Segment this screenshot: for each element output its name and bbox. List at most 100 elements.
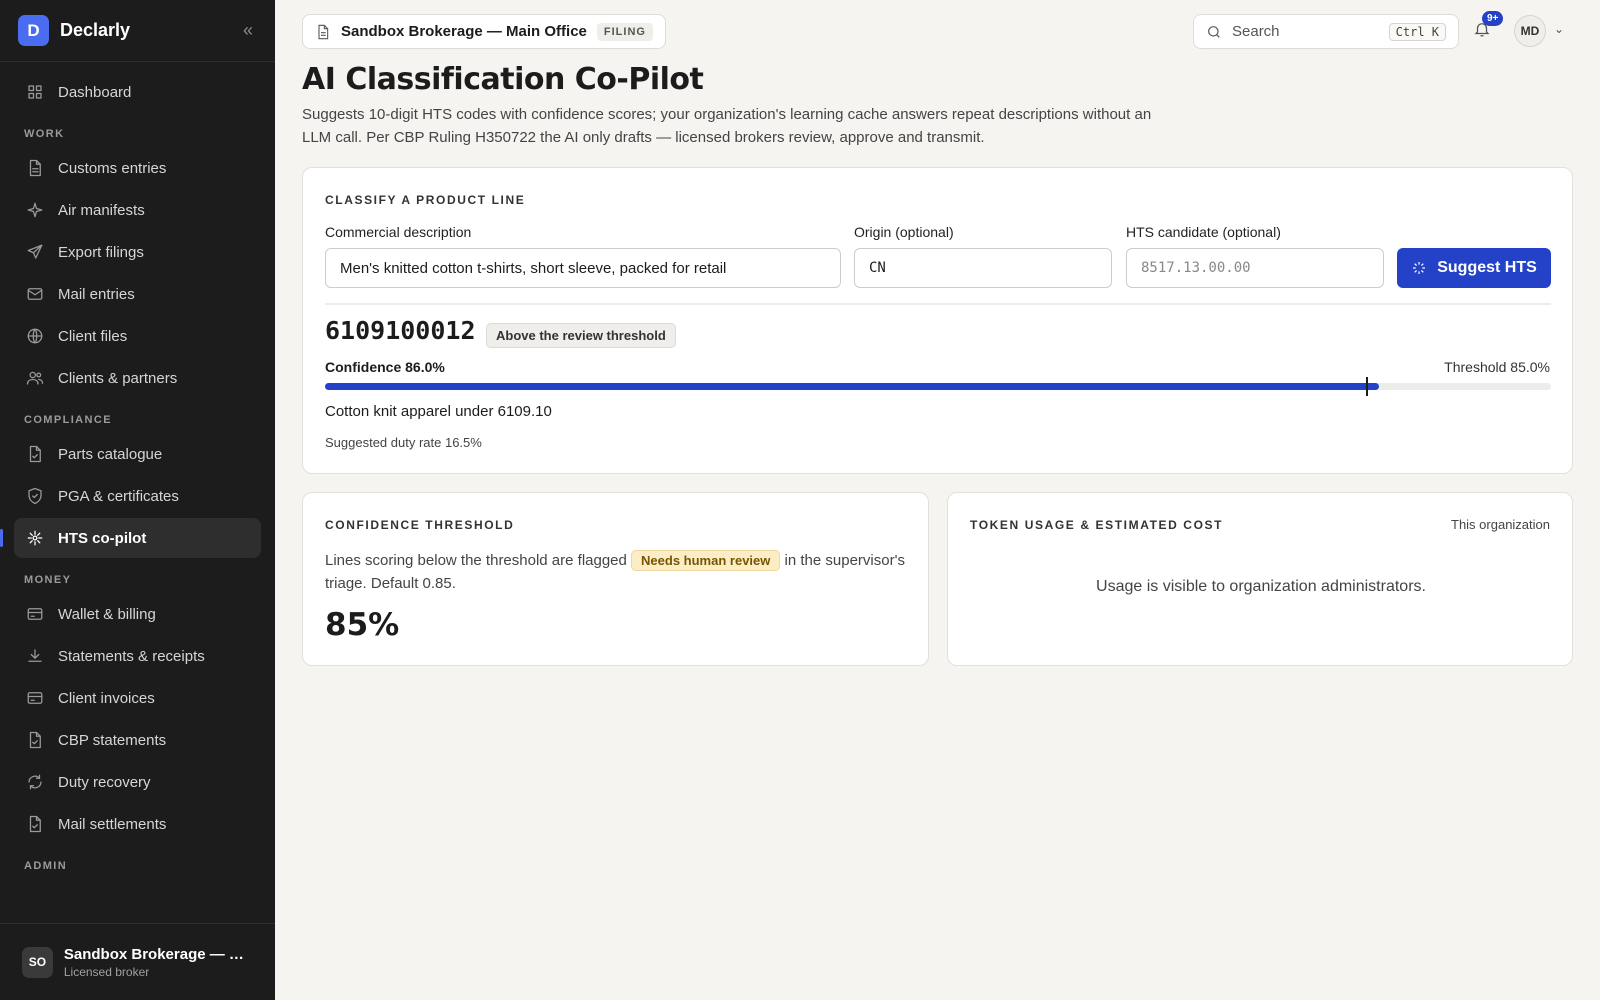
sidebar-item-label: Client invoices <box>58 689 155 707</box>
sidebar-item-label: PGA & certificates <box>58 487 179 505</box>
org-breadcrumb[interactable]: Sandbox Brokerage — Main Office FILING <box>302 14 666 49</box>
org-switcher[interactable]: SO Sandbox Brokerage — Main Office Licen… <box>0 923 275 1000</box>
sidebar-item-label: Clients & partners <box>58 369 178 387</box>
sidebar-item-mail-settlements[interactable]: Mail settlements <box>14 804 261 844</box>
search-placeholder: Search <box>1232 23 1280 40</box>
org-breadcrumb-name: Sandbox Brokerage — Main Office <box>341 23 587 40</box>
suggested-hts-code: 6109100012 <box>325 316 476 345</box>
sidebar-item-label: Parts catalogue <box>58 445 163 463</box>
origin-input[interactable] <box>854 248 1112 288</box>
notification-count-badge: 9+ <box>1482 11 1504 26</box>
brand: D Declarly « <box>0 0 275 62</box>
sidebar-item-hts-co-pilot[interactable]: HTS co-pilot <box>0 518 261 558</box>
sidebar-item-client-invoices[interactable]: Client invoices <box>14 678 261 718</box>
document-icon <box>318 24 329 39</box>
download-icon <box>28 649 42 662</box>
chevrons-left-icon[interactable]: « <box>243 20 253 41</box>
hts-candidate-input[interactable] <box>1126 248 1384 288</box>
sidebar-item-mail-entries[interactable]: Mail entries <box>14 274 261 314</box>
sidebar-item-air-manifests[interactable]: Air manifests <box>14 190 261 230</box>
sidebar-nav: Dashboard WORK Customs entries Air manifest… <box>0 62 275 872</box>
org-avatar: SO <box>22 946 53 978</box>
sidebar-item-wallet-and-billing[interactable]: Wallet & billing <box>14 594 261 634</box>
sidebar-item-label: Client files <box>58 327 128 345</box>
shield-icon <box>28 487 42 505</box>
card-icon <box>27 692 43 704</box>
search-shortcut: Ctrl K <box>1388 22 1446 41</box>
user-avatar[interactable]: MD <box>1514 15 1546 47</box>
classify-card: CLASSIFY A PRODUCT LINE Commercial descr… <box>302 167 1573 474</box>
sidebar-item-label: Export filings <box>58 243 144 261</box>
sidebar-item-export-filings[interactable]: Export filings <box>14 232 261 272</box>
threshold-marker <box>1366 377 1369 396</box>
sidebar-item-cbp-statements[interactable]: CBP statements <box>14 720 261 760</box>
send-icon <box>27 244 43 259</box>
usage-section-label: TOKEN USAGE & ESTIMATED COST <box>970 518 1224 532</box>
brand-logo[interactable]: D <box>18 15 49 46</box>
globe-icon <box>27 328 43 344</box>
confidence-threshold-card: CONFIDENCE THRESHOLD Lines scoring below… <box>302 492 929 666</box>
confidence-label: Confidence 86.0% <box>325 359 445 375</box>
users-icon <box>26 371 44 385</box>
sun-icon <box>27 530 43 546</box>
sidebar-item-customs-entries[interactable]: Customs entries <box>14 148 261 188</box>
confidence-bar <box>325 377 1551 396</box>
sidebar-item-label: Mail settlements <box>58 815 167 833</box>
sidebar-item-label: Mail entries <box>58 285 135 303</box>
sidebar-item-label: Air manifests <box>58 201 145 219</box>
sidebar-item-label: Duty recovery <box>58 773 151 791</box>
sidebar-item-label: Dashboard <box>58 83 132 101</box>
threshold-explanation: Lines scoring below the threshold are fl… <box>325 550 915 595</box>
sparkle-icon <box>1413 262 1426 274</box>
confidence-bar-fill <box>325 383 1380 390</box>
nav-section-compliance: COMPLIANCE <box>24 414 112 426</box>
hts-candidate-label: HTS candidate (optional) <box>1126 224 1281 240</box>
page-subtitle: Suggests 10-digit HTS codes with confide… <box>302 106 1152 146</box>
grid-icon <box>28 85 42 99</box>
search-icon <box>1208 25 1220 38</box>
sidebar-item-duty-recovery[interactable]: Duty recovery <box>14 762 261 802</box>
nav-section-money: MONEY <box>24 574 72 586</box>
threshold-status-pill: Above the review threshold <box>486 323 676 348</box>
hts-description: Cotton knit apparel under 6109.10 <box>325 403 552 420</box>
refresh-icon <box>28 774 42 790</box>
divider <box>325 303 1551 305</box>
classify-section-label: CLASSIFY A PRODUCT LINE <box>325 193 526 207</box>
brand-name: Declarly <box>60 20 131 40</box>
chevron-down-icon[interactable]: ⌄ <box>1554 22 1564 36</box>
usage-scope: This organization <box>1451 517 1550 532</box>
sidebar-item-clients-and-partners[interactable]: Clients & partners <box>14 358 261 398</box>
org-name: Sandbox Brokerage — Main Office <box>63 945 253 963</box>
sidebar: D Declarly « Dashboard WORK Customs entrie… <box>0 0 275 1000</box>
file-check-icon <box>29 731 41 749</box>
sidebar-item-client-files[interactable]: Client files <box>14 316 261 356</box>
sidebar-item-parts-catalogue[interactable]: Parts catalogue <box>14 434 261 474</box>
sidebar-item-dashboard[interactable]: Dashboard <box>14 72 261 112</box>
card-icon <box>27 608 43 620</box>
sidebar-item-label: Wallet & billing <box>58 605 156 623</box>
threshold-value: 85% <box>325 607 400 643</box>
suggest-hts-label: Suggest HTS <box>1437 259 1537 276</box>
threshold-label: Threshold 85.0% <box>1444 359 1550 375</box>
duty-rate: Suggested duty rate 16.5% <box>325 435 482 450</box>
sidebar-item-label: Statements & receipts <box>58 647 205 665</box>
filing-badge: FILING <box>596 22 653 41</box>
usage-message: Usage is visible to organization adminis… <box>1096 578 1426 595</box>
nav-section-work: WORK <box>24 128 65 140</box>
file-check-icon <box>29 445 41 463</box>
sidebar-item-label: CBP statements <box>58 731 167 749</box>
origin-label: Origin (optional) <box>854 224 954 240</box>
sidebar-item-pga-and-certificates[interactable]: PGA & certificates <box>14 476 261 516</box>
sidebar-item-statements-and-receipts[interactable]: Statements & receipts <box>14 636 261 676</box>
page-title: AI Classification Co-Pilot <box>302 62 704 97</box>
threshold-section-label: CONFIDENCE THRESHOLD <box>325 518 515 532</box>
sidebar-item-label: HTS co-pilot <box>58 529 147 547</box>
suggest-hts-button[interactable]: Suggest HTS <box>1397 248 1551 288</box>
search-input[interactable]: Search Ctrl K <box>1193 14 1459 49</box>
needs-review-flag: Needs human review <box>631 550 781 571</box>
sidebar-item-label: Customs entries <box>58 159 167 177</box>
mail-icon <box>27 288 43 300</box>
description-input[interactable] <box>325 248 841 288</box>
description-label: Commercial description <box>325 224 472 240</box>
file-check-icon <box>29 815 41 833</box>
